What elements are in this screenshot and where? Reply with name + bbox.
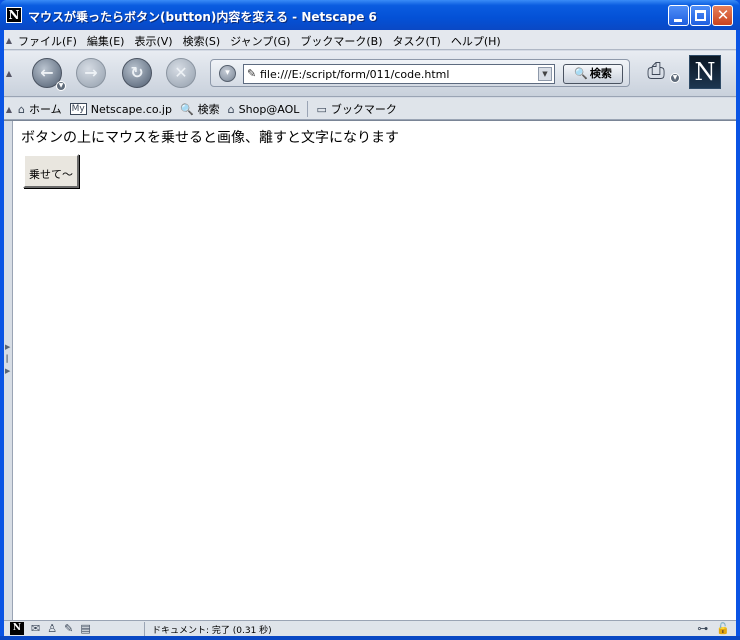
reload-icon: ↻ — [130, 63, 144, 82]
personal-toolbar: ▲ ⌂ ホーム My Netscape.co.jp 🔍 検索 ⌂ Shop@AO… — [4, 98, 736, 120]
forward-button[interactable]: → — [76, 58, 106, 88]
address-bar: ▾ ✎ ▼ 🔍検索 — [210, 59, 630, 87]
document-body: ボタンの上にマウスを乗せると画像、離すと文字になります 乗せて～ — [21, 127, 399, 188]
netscape-app-icon[interactable]: N — [6, 7, 22, 23]
search-button[interactable]: 🔍 検索 — [563, 64, 623, 84]
window-frame-bottom — [0, 636, 740, 640]
browser-window: N マウスが乗ったらボタン(button)内容を変える - Netscape 6… — [0, 0, 740, 640]
instant-messenger-icon[interactable]: ♙ — [47, 622, 57, 635]
print-icon: ⎙ — [647, 59, 665, 84]
lock-icon[interactable]: 🔓 — [716, 622, 730, 635]
online-plug-icon[interactable]: ⊶ — [697, 622, 708, 635]
search-icon: 🔍 — [179, 102, 194, 116]
personalbar-grip-icon[interactable]: ▲ — [4, 105, 14, 114]
forward-arrow-icon: → — [84, 63, 98, 82]
netscape-link[interactable]: My Netscape.co.jp — [69, 102, 172, 116]
menubar-grip-icon[interactable]: ▲ — [4, 36, 14, 45]
navigation-toolbar: ▲ ← ▼ → ↻ ✕ ▾ ✎ ▼ 🔍検索 — [4, 51, 736, 97]
status-bar: N ✉ ♙ ✎ ▤ ドキュメント: 完了 (0.31 秒) ⊶ 🔓 — [4, 620, 736, 636]
minimize-button[interactable] — [668, 5, 689, 26]
url-history-dropdown-icon[interactable]: ▼ — [538, 67, 552, 81]
statusbar-divider — [144, 622, 145, 636]
mail-icon[interactable]: ✉ — [31, 622, 40, 635]
back-dropdown-icon[interactable]: ▼ — [56, 81, 66, 91]
print-dropdown-icon[interactable]: ▼ — [670, 73, 680, 83]
shop-label: Shop@AOL — [238, 102, 300, 116]
bookmarks-label: ブックマーク — [330, 103, 397, 116]
browser-chrome: ▲ ファイル(F) 編集(E) 表示(V) 検索(S) ジャンプ(G) ブックマ… — [4, 30, 736, 120]
magnifier-icon: 🔍 — [574, 67, 588, 80]
menu-file[interactable]: ファイル(F) — [18, 33, 77, 49]
address-book-icon[interactable]: ▤ — [80, 622, 90, 635]
menu-bar: ▲ ファイル(F) 編集(E) 表示(V) 検索(S) ジャンプ(G) ブックマ… — [4, 30, 736, 50]
shop-link[interactable]: ⌂ Shop@AOL — [228, 103, 300, 116]
sidebar-toggle[interactable]: ▶ ┃ ▶ — [4, 121, 13, 621]
site-globe-icon[interactable]: ▾ — [219, 65, 236, 82]
folder-icon: ▭ — [316, 102, 327, 116]
bookmarks-folder[interactable]: ▭ ブックマーク — [316, 101, 396, 117]
netscape-label: Netscape.co.jp — [90, 102, 172, 116]
menu-go[interactable]: ジャンプ(G) — [230, 33, 290, 49]
menu-tasks[interactable]: タスク(T) — [393, 33, 441, 49]
netscape-logo[interactable]: N — [689, 55, 721, 89]
menu-search[interactable]: 検索(S) — [183, 33, 221, 49]
window-title: マウスが乗ったらボタン(button)内容を変える - Netscape 6 — [28, 10, 377, 24]
home-label: ホーム — [28, 103, 62, 116]
home-link[interactable]: ⌂ ホーム — [18, 101, 62, 117]
sidebar-grip-icon[interactable]: ▶ ┃ ▶ — [5, 341, 11, 391]
stop-icon: ✕ — [174, 63, 188, 82]
home-icon: ⌂ — [18, 102, 25, 116]
instruction-text: ボタンの上にマウスを乗せると画像、離すと文字になります — [21, 130, 399, 146]
menu-view[interactable]: 表示(V) — [134, 33, 172, 49]
hover-demo-button[interactable]: 乗せて～ — [23, 154, 79, 188]
my-netscape-icon: My — [69, 103, 87, 115]
toolbar-divider — [307, 101, 309, 117]
shop-icon: ⌂ — [227, 102, 235, 116]
page-content: ▶ ┃ ▶ ボタンの上にマウスを乗せると画像、離すと文字になります 乗せて～ — [4, 120, 736, 621]
search-link[interactable]: 🔍 検索 — [180, 101, 220, 117]
close-button[interactable]: ✕ — [712, 5, 733, 26]
page-proxy-icon[interactable]: ✎ — [247, 67, 256, 80]
navbar-grip-icon[interactable]: ▲ — [4, 69, 14, 78]
title-bar[interactable]: N マウスが乗ったらボタン(button)内容を変える - Netscape 6… — [0, 0, 740, 30]
minimize-icon — [674, 19, 682, 22]
reload-button[interactable]: ↻ — [122, 58, 152, 88]
menu-edit[interactable]: 編集(E) — [87, 33, 125, 49]
print-button[interactable]: ⎙ — [641, 59, 671, 87]
search-button-label: 検索 — [589, 67, 612, 80]
menu-help[interactable]: ヘルプ(H) — [451, 33, 501, 49]
back-arrow-icon: ← — [40, 63, 54, 82]
stop-button[interactable]: ✕ — [166, 58, 196, 88]
status-text: ドキュメント: 完了 (0.31 秒) — [152, 626, 272, 636]
search-label: 検索 — [197, 103, 220, 116]
composer-icon[interactable]: ✎ — [64, 622, 73, 635]
menu-bookmarks[interactable]: ブックマーク(B) — [300, 33, 382, 49]
maximize-button[interactable] — [690, 5, 711, 26]
maximize-icon — [695, 10, 706, 21]
close-icon: ✕ — [716, 6, 730, 24]
url-field[interactable]: ✎ ▼ — [243, 64, 555, 84]
navigator-icon[interactable]: N — [10, 622, 24, 635]
url-input[interactable] — [260, 66, 530, 82]
